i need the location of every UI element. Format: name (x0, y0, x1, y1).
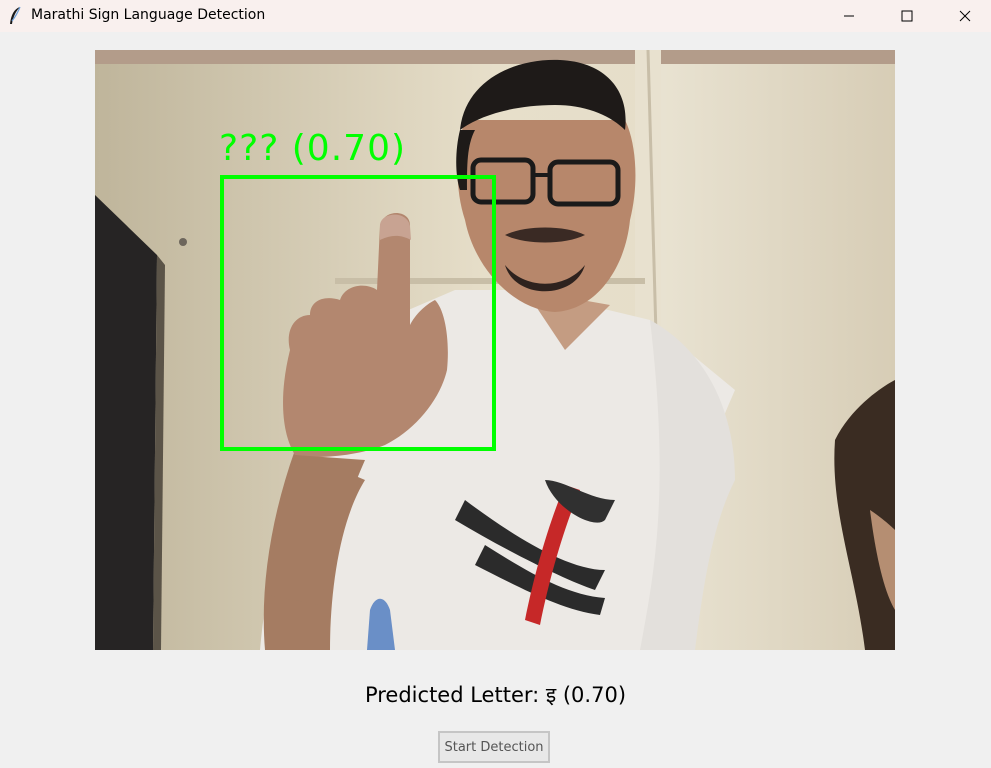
title-bar: Marathi Sign Language Detection (0, 0, 991, 32)
window-title: Marathi Sign Language Detection (31, 7, 266, 23)
detection-label: ??? (0.70) (219, 128, 407, 169)
maximize-icon (901, 10, 913, 22)
predicted-letter-label: Predicted Letter: इ (0.70) (364, 683, 627, 707)
camera-feed: ??? (0.70) (95, 50, 895, 650)
minimize-icon (843, 10, 855, 22)
start-detection-button[interactable]: Start Detection (438, 731, 550, 763)
maximize-button[interactable] (884, 0, 930, 32)
detection-bounding-box (220, 175, 496, 451)
minimize-button[interactable] (826, 0, 872, 32)
close-icon (959, 10, 971, 22)
close-button[interactable] (942, 0, 988, 32)
feather-icon (8, 6, 22, 26)
